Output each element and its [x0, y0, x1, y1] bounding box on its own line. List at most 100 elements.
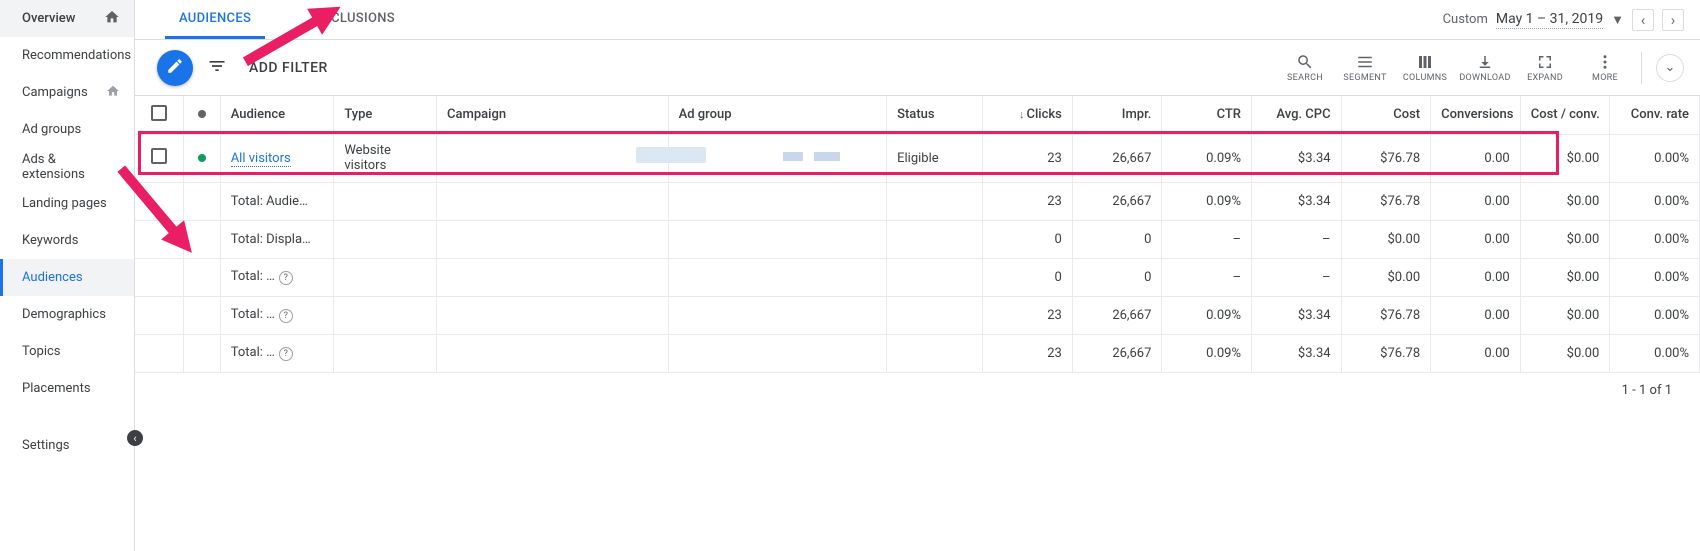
col-cost-conv[interactable]: Cost / conv.: [1520, 96, 1610, 134]
col-conv-rate[interactable]: Conv. rate: [1610, 96, 1700, 134]
sidebar-item-label: Landing pages: [22, 196, 107, 211]
col-campaign[interactable]: Campaign: [437, 96, 669, 134]
tool-label: COLUMNS: [1403, 73, 1447, 83]
cell-cpconv: $0.00: [1520, 296, 1610, 334]
col-conversions[interactable]: Conversions: [1431, 96, 1521, 134]
cell-impr: 26,667: [1072, 182, 1162, 220]
help-icon[interactable]: ?: [279, 347, 293, 361]
sidebar-item-audiences[interactable]: Audiences: [0, 259, 134, 296]
date-prev-button[interactable]: ‹: [1632, 9, 1654, 31]
help-icon[interactable]: ?: [279, 309, 293, 323]
cell-cpconv: $0.00: [1520, 182, 1610, 220]
cell-conv: 0.00: [1431, 296, 1521, 334]
cell-cpc: –: [1251, 258, 1341, 296]
sidebar-item-recommendations[interactable]: Recommendations: [0, 37, 134, 74]
divider: [1641, 52, 1642, 84]
more-button[interactable]: MORE: [1575, 53, 1635, 83]
cell-ctr: –: [1162, 258, 1252, 296]
total-label: Total: …?: [220, 258, 334, 296]
help-icon[interactable]: ?: [279, 271, 293, 285]
cell-ctr: –: [1162, 220, 1252, 258]
date-next-button[interactable]: ›: [1662, 9, 1684, 31]
sidebar: Overview Recommendations Campaigns Ad gr…: [0, 0, 135, 551]
col-avg-cpc[interactable]: Avg. CPC: [1251, 96, 1341, 134]
expand-chart-button[interactable]: ⌄: [1656, 54, 1684, 82]
table-row[interactable]: All visitors Website visitors Eligible 2…: [135, 134, 1700, 182]
sidebar-item-demographics[interactable]: Demographics: [0, 296, 134, 333]
sidebar-item-overview[interactable]: Overview: [0, 0, 134, 37]
cell-cost: $0.00: [1341, 220, 1431, 258]
total-row: Total: …? 23 26,667 0.09% $3.34 $76.78 0…: [135, 296, 1700, 334]
search-button[interactable]: SEARCH: [1275, 53, 1335, 83]
add-filter-button[interactable]: ADD FILTER: [249, 60, 328, 76]
segment-button[interactable]: SEGMENT: [1335, 53, 1395, 83]
expand-button[interactable]: EXPAND: [1515, 53, 1575, 83]
segment-icon: [1356, 53, 1374, 71]
sidebar-item-ad-groups[interactable]: Ad groups: [0, 111, 134, 148]
total-label: Total: …?: [220, 334, 334, 372]
sidebar-item-settings[interactable]: Settings: [0, 427, 134, 464]
col-clicks[interactable]: ↓Clicks: [983, 96, 1073, 134]
expand-icon: [1536, 53, 1554, 71]
cell-audience: All visitors: [220, 134, 334, 182]
download-button[interactable]: DOWNLOAD: [1455, 53, 1515, 83]
cell-ctr: 0.09%: [1162, 182, 1252, 220]
cell-clicks: 0: [983, 258, 1073, 296]
pencil-icon: [166, 57, 184, 79]
col-ctr[interactable]: CTR: [1162, 96, 1252, 134]
col-type[interactable]: Type: [334, 96, 437, 134]
sidebar-item-label: Demographics: [22, 307, 106, 322]
date-range-picker[interactable]: Custom May 1 – 31, 2019 ▼ ‹ ›: [1443, 9, 1684, 31]
filter-icon[interactable]: [207, 56, 227, 80]
tab-exclusions[interactable]: EXCLUSIONS: [301, 0, 409, 39]
col-ad-group[interactable]: Ad group: [668, 96, 887, 134]
tool-label: MORE: [1592, 73, 1618, 83]
audience-link[interactable]: All visitors: [231, 151, 291, 167]
cell-rate: 0.00%: [1610, 182, 1700, 220]
row-status: [183, 134, 220, 182]
total-row: Total: …? 0 0 – – $0.00 0.00 $0.00 0.00%: [135, 258, 1700, 296]
sidebar-item-keywords[interactable]: Keywords: [0, 222, 134, 259]
collapse-sidebar-button[interactable]: ‹: [127, 430, 143, 446]
cell-ctr: 0.09%: [1162, 296, 1252, 334]
tab-audiences[interactable]: AUDIENCES: [165, 0, 265, 39]
sidebar-item-label: Topics: [22, 344, 61, 359]
cell-cpc: $3.34: [1251, 182, 1341, 220]
main: AUDIENCES EXCLUSIONS Custom May 1 – 31, …: [135, 0, 1700, 551]
checkbox-icon: [151, 148, 167, 164]
cell-cpconv: $0.00: [1520, 220, 1610, 258]
sidebar-item-label: Settings: [22, 438, 69, 453]
row-checkbox[interactable]: [135, 134, 183, 182]
cell-rate: 0.00%: [1610, 334, 1700, 372]
total-row: Total: Audie… 23 26,667 0.09% $3.34 $76.…: [135, 182, 1700, 220]
sidebar-item-label: Ad groups: [22, 122, 81, 137]
total-label: Total: Audie…: [220, 182, 334, 220]
sidebar-item-placements[interactable]: Placements: [0, 370, 134, 407]
sidebar-item-campaigns[interactable]: Campaigns: [0, 74, 134, 111]
more-icon: [1596, 53, 1614, 71]
cell-campaign: [437, 134, 669, 182]
sidebar-item-label: Keywords: [22, 233, 78, 248]
cell-clicks: 23: [983, 182, 1073, 220]
sidebar-item-ads-extensions[interactable]: Ads & extensions: [0, 148, 134, 185]
columns-button[interactable]: COLUMNS: [1395, 53, 1455, 83]
download-icon: [1476, 53, 1494, 71]
cell-rate: 0.00%: [1610, 258, 1700, 296]
status-header[interactable]: [183, 96, 220, 134]
cell-ctr: 0.09%: [1162, 134, 1252, 182]
pagination-label: 1 - 1 of 1: [135, 373, 1700, 408]
col-impr[interactable]: Impr.: [1072, 96, 1162, 134]
sidebar-item-landing-pages[interactable]: Landing pages: [0, 185, 134, 222]
select-all-cell[interactable]: [135, 96, 183, 134]
cell-clicks: 23: [983, 334, 1073, 372]
cell-conv: 0.00: [1431, 220, 1521, 258]
col-status[interactable]: Status: [887, 96, 983, 134]
cell-cpc: $3.34: [1251, 334, 1341, 372]
col-cost[interactable]: Cost: [1341, 96, 1431, 134]
col-audience[interactable]: Audience: [220, 96, 334, 134]
sidebar-item-topics[interactable]: Topics: [0, 333, 134, 370]
sort-down-icon: ↓: [1019, 108, 1025, 121]
edit-button[interactable]: [157, 50, 193, 86]
search-icon: [1296, 53, 1314, 71]
tab-label: AUDIENCES: [179, 11, 251, 26]
